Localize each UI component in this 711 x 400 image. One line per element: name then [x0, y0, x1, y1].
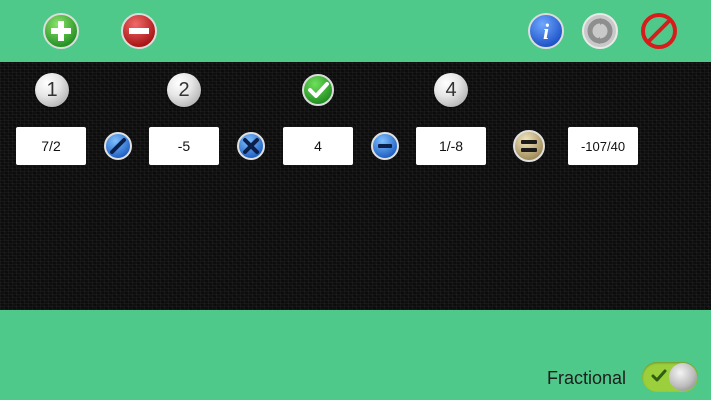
- divide-icon: [104, 132, 132, 160]
- operand-2-field[interactable]: -5: [149, 127, 219, 165]
- refresh-icon: [582, 13, 618, 49]
- add-button[interactable]: [42, 12, 80, 50]
- info-button[interactable]: i: [527, 12, 565, 50]
- check-icon: [651, 369, 667, 382]
- plus-circle-icon: [43, 13, 79, 49]
- no-entry-icon: [641, 13, 677, 49]
- check-circle-icon: [302, 74, 334, 106]
- fractional-label: Fractional: [547, 368, 627, 388]
- step-badge-3-done[interactable]: [301, 73, 335, 107]
- expression-board: [0, 62, 711, 310]
- top-toolbar: i: [0, 0, 711, 62]
- step-badge-4[interactable]: 4: [434, 73, 468, 107]
- svg-text:i: i: [543, 19, 550, 44]
- fractional-toggle[interactable]: [642, 362, 698, 392]
- remove-button[interactable]: [120, 12, 158, 50]
- cancel-button[interactable]: [640, 12, 678, 50]
- operand-3-field[interactable]: 4: [283, 127, 353, 165]
- equals-icon: [513, 130, 545, 162]
- info-icon: i: [528, 13, 564, 49]
- minus-circle-icon: [121, 13, 157, 49]
- multiply-operator-button[interactable]: [236, 131, 266, 161]
- step-badge-1[interactable]: 1: [35, 73, 69, 107]
- operand-4-field[interactable]: 1/-8: [416, 127, 486, 165]
- operand-1-field[interactable]: 7/2: [16, 127, 86, 165]
- refresh-button[interactable]: [581, 12, 619, 50]
- subtract-operator-button[interactable]: [370, 131, 400, 161]
- step-badge-2[interactable]: 2: [167, 73, 201, 107]
- toggle-knob[interactable]: [669, 363, 697, 391]
- minus-icon: [371, 132, 399, 160]
- divide-operator-button[interactable]: [103, 131, 133, 161]
- result-field: -107/40: [568, 127, 638, 165]
- equals-button[interactable]: [512, 129, 546, 163]
- multiply-icon: [237, 132, 265, 160]
